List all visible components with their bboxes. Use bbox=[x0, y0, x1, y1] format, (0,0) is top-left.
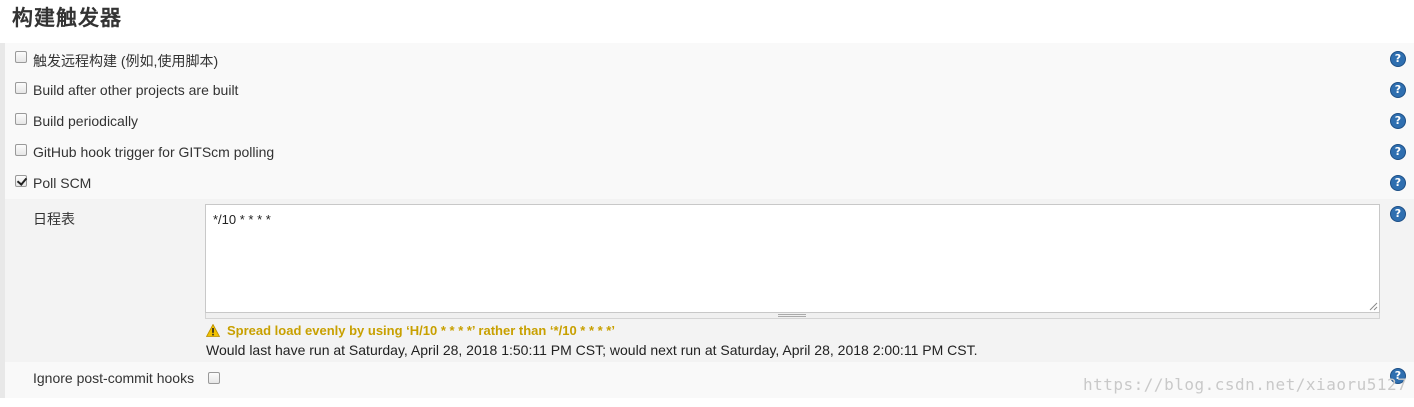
trigger-row-after-other[interactable]: Build after other projects are built bbox=[5, 74, 1414, 105]
trigger-row-github-hook[interactable]: GitHub hook trigger for GITScm polling bbox=[5, 136, 1414, 167]
resize-grip-icon[interactable] bbox=[1369, 302, 1378, 311]
warning-icon bbox=[206, 324, 220, 337]
github-hook-label: GitHub hook trigger for GITScm polling bbox=[33, 144, 275, 160]
watermark: https://blog.csdn.net/xiaoru5127 bbox=[1083, 375, 1408, 394]
trigger-row-poll-scm[interactable]: Poll SCM bbox=[5, 167, 1414, 198]
drag-handle-icon[interactable] bbox=[778, 314, 806, 317]
poll-scm-checkbox[interactable] bbox=[15, 175, 27, 187]
help-icon[interactable]: ? bbox=[1390, 51, 1406, 67]
schedule-textarea[interactable]: */10 * * * * bbox=[205, 204, 1380, 313]
build-periodically-checkbox[interactable] bbox=[15, 113, 27, 125]
remote-trigger-label: 触发远程构建 (例如,使用脚本) bbox=[33, 53, 219, 69]
help-icon[interactable]: ? bbox=[1390, 206, 1406, 222]
build-after-other-label: Build after other projects are built bbox=[33, 82, 239, 98]
ignore-post-commit-hooks-label: Ignore post-commit hooks bbox=[33, 370, 195, 386]
spread-load-warning: Spread load evenly by using ‘H/10 * * * … bbox=[227, 323, 615, 338]
help-icon[interactable]: ? bbox=[1390, 175, 1406, 191]
build-periodically-label: Build periodically bbox=[33, 113, 139, 129]
help-icon[interactable]: ? bbox=[1390, 113, 1406, 129]
trigger-row-periodically[interactable]: Build periodically bbox=[5, 105, 1414, 136]
schedule-run-info: Would last have run at Saturday, April 2… bbox=[206, 342, 978, 358]
remote-trigger-checkbox[interactable] bbox=[15, 51, 27, 63]
help-icon[interactable]: ? bbox=[1390, 144, 1406, 160]
ignore-post-commit-hooks-checkbox[interactable] bbox=[208, 372, 220, 384]
poll-scm-label: Poll SCM bbox=[33, 175, 92, 191]
build-after-other-checkbox[interactable] bbox=[15, 82, 27, 94]
section-title: 构建触发器 bbox=[12, 6, 122, 30]
github-hook-checkbox[interactable] bbox=[15, 144, 27, 156]
help-icon[interactable]: ? bbox=[1390, 82, 1406, 98]
schedule-label: 日程表 bbox=[33, 211, 75, 227]
trigger-row-remote[interactable]: 触发远程构建 (例如,使用脚本) bbox=[5, 43, 1414, 74]
